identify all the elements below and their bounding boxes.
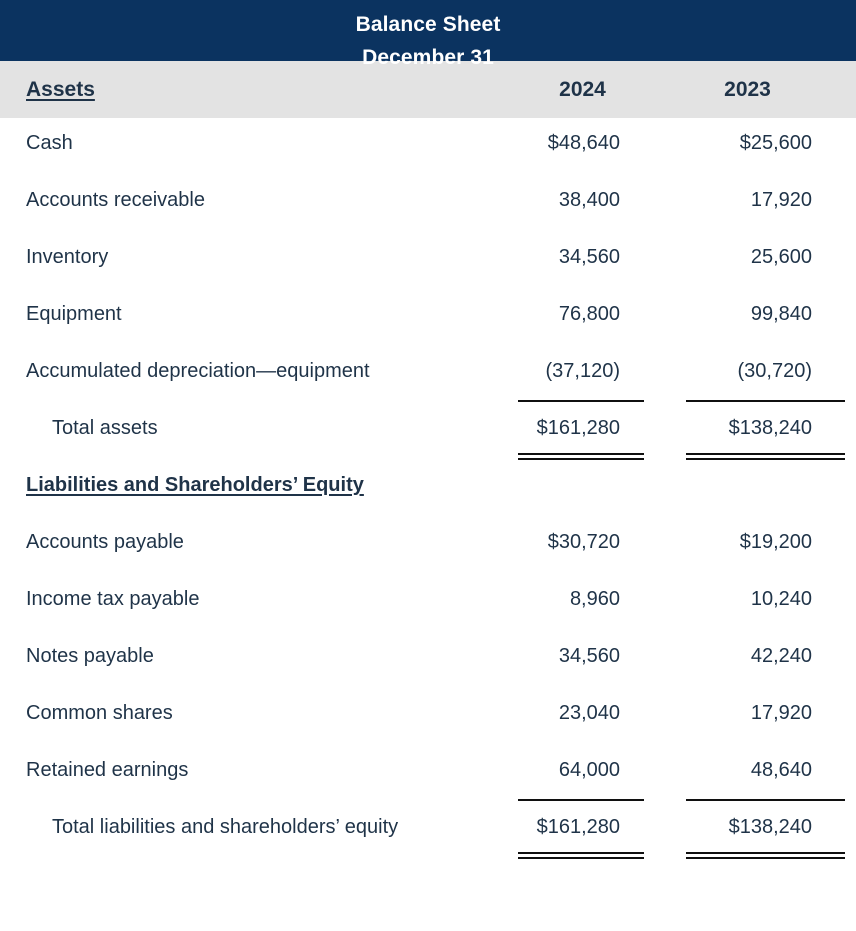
statement-rows: Cash $48,640 $25,600 Accounts receivable 38,…: [0, 118, 856, 864]
table-row: Accounts payable $30,720 $19,200: [0, 522, 856, 579]
row-label: Accounts receivable: [26, 189, 205, 211]
row-amount-2024: 8,960: [504, 579, 660, 619]
row-label: Accumulated depreciation—equipment: [26, 360, 370, 382]
subtotal-rule: [686, 799, 845, 801]
assets-rows-group: Cash $48,640 $25,600 Accounts receivable 38,…: [0, 123, 856, 465]
statement-title: Balance Sheet: [355, 13, 501, 36]
amount-value: 23,040: [558, 702, 620, 724]
amount-value: $138,240: [728, 417, 812, 439]
table-row: Cash $48,640 $25,600: [0, 123, 856, 180]
table-row: Notes payable 34,560 42,240: [0, 636, 856, 693]
table-row: Inventory 34,560 25,600: [0, 237, 856, 294]
table-row: Total assets $161,280 $138,240: [0, 400, 856, 465]
row-amount-2024: 34,560: [504, 237, 660, 277]
row-amount-2023: (30,720): [660, 351, 856, 391]
table-row: Total liabilities and shareholders’ equi…: [0, 799, 856, 864]
amount-value: $25,600: [739, 132, 812, 154]
column-header-2023: 2023: [724, 77, 771, 101]
row-label: Total liabilities and shareholders’ equi…: [52, 816, 399, 838]
subtotal-rule: [518, 799, 644, 801]
table-row: Accounts receivable 38,400 17,920: [0, 180, 856, 237]
row-label: Total assets: [52, 417, 158, 439]
amount-value: 25,600: [750, 246, 812, 268]
amount-value: 76,800: [558, 303, 620, 325]
table-row: Income tax payable 8,960 10,240: [0, 579, 856, 636]
liabilities-rows-group: Accounts payable $30,720 $19,200 Income tax…: [0, 522, 856, 864]
liabilities-section-heading-row: Liabilities and Shareholders’ Equity: [0, 465, 856, 522]
row-amount-2024: 23,040: [504, 693, 660, 733]
row-label: Accounts payable: [26, 531, 184, 553]
subtotal-rule: [518, 400, 644, 402]
amount-value: (30,720): [737, 360, 813, 382]
amount-value: $19,200: [739, 531, 812, 553]
amount-value: $48,640: [547, 132, 620, 154]
balance-sheet-statement: Balance Sheet December 31 Assets 2024 20…: [0, 0, 856, 931]
row-amount-2023: 10,240: [660, 579, 856, 619]
amount-value: 34,560: [558, 246, 620, 268]
amount-value: 64,000: [558, 759, 620, 781]
total-double-rule: [686, 453, 845, 460]
row-amount-2023: 99,840: [660, 294, 856, 334]
row-amount-2023: $138,240: [660, 400, 856, 460]
table-row: Common shares 23,040 17,920: [0, 693, 856, 750]
row-label: Equipment: [26, 303, 122, 325]
assets-section-header-label: Assets: [26, 77, 95, 101]
amount-value: 42,240: [750, 645, 812, 667]
row-amount-2023: $25,600: [660, 123, 856, 163]
row-amount-2024: $30,720: [504, 522, 660, 562]
row-amount-2023: 25,600: [660, 237, 856, 277]
row-amount-2023: 17,920: [660, 693, 856, 733]
row-amount-2023: 48,640: [660, 750, 856, 790]
amount-value: 48,640: [750, 759, 812, 781]
column-header-2024: 2024: [559, 77, 606, 101]
row-amount-2023: 42,240: [660, 636, 856, 676]
row-amount-2024: 38,400: [504, 180, 660, 220]
amount-value: $161,280: [536, 816, 620, 838]
amount-value: 8,960: [569, 588, 620, 610]
row-amount-2023: $19,200: [660, 522, 856, 562]
row-amount-2024: 64,000: [504, 750, 660, 790]
row-label: Inventory: [26, 246, 109, 268]
amount-value: $138,240: [728, 816, 812, 838]
row-amount-2024: 34,560: [504, 636, 660, 676]
amount-value: 99,840: [750, 303, 812, 325]
row-amount-2024: $161,280: [504, 400, 660, 460]
amount-value: 34,560: [558, 645, 620, 667]
row-label: Notes payable: [26, 645, 154, 667]
liabilities-section-header-label: Liabilities and Shareholders’ Equity: [26, 474, 364, 496]
row-amount-2023: 17,920: [660, 180, 856, 220]
total-double-rule: [518, 453, 644, 460]
row-amount-2024: $161,280: [504, 799, 660, 859]
amount-value: 38,400: [558, 189, 620, 211]
row-label: Income tax payable: [26, 588, 200, 610]
table-row: Equipment 76,800 99,840: [0, 294, 856, 351]
amount-value: 10,240: [750, 588, 812, 610]
assets-section-header: Assets: [0, 78, 504, 102]
row-label: Retained earnings: [26, 759, 189, 781]
row-amount-2024: $48,640: [504, 123, 660, 163]
row-amount-2024: 76,800: [504, 294, 660, 334]
row-label: Cash: [26, 132, 73, 154]
row-amount-2024: (37,120): [504, 351, 660, 391]
row-amount-2023: $138,240: [660, 799, 856, 859]
amount-value: 17,920: [750, 189, 812, 211]
row-label: Common shares: [26, 702, 173, 724]
amount-value: 17,920: [750, 702, 812, 724]
total-double-rule: [518, 852, 644, 859]
statement-title-band: Balance Sheet December 31: [0, 0, 856, 69]
amount-value: $161,280: [536, 417, 620, 439]
amount-value: $30,720: [547, 531, 620, 553]
amount-value: (37,120): [545, 360, 621, 382]
subtotal-rule: [686, 400, 845, 402]
total-double-rule: [686, 852, 845, 859]
liabilities-section-header: Liabilities and Shareholders’ Equity: [0, 465, 504, 505]
